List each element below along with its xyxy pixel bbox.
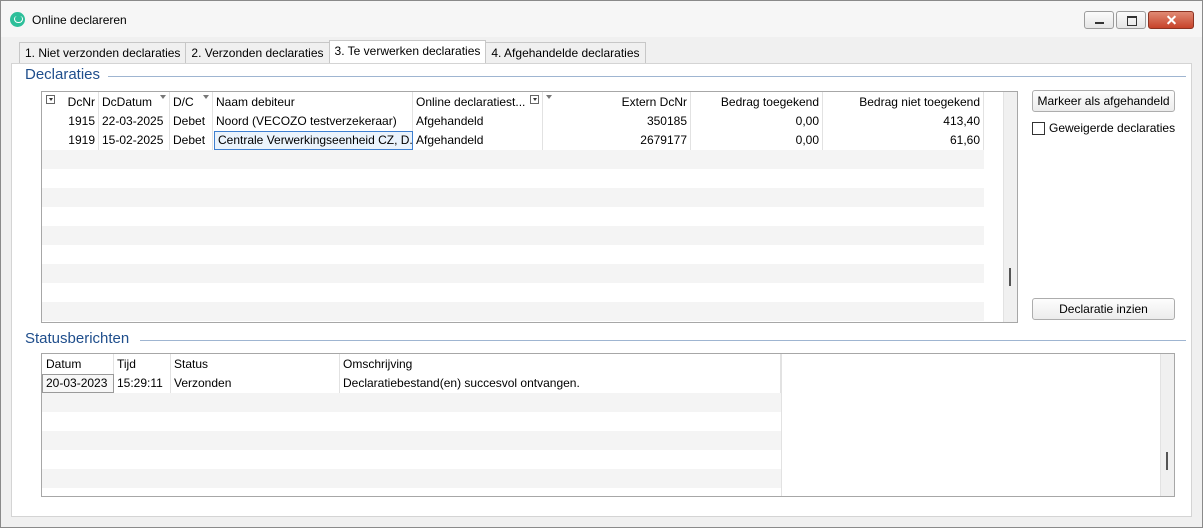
geweigerde-declaraties-checkbox[interactable]: Geweigerde declaraties xyxy=(1032,121,1175,135)
window-title: Online declareren xyxy=(32,13,127,27)
empty-row xyxy=(42,264,984,283)
header-dc[interactable]: D/C xyxy=(170,92,213,112)
empty-row xyxy=(42,412,781,431)
header-bedrag-niet-toegekend[interactable]: Bedrag niet toegekend xyxy=(823,92,984,112)
section-divider xyxy=(140,340,1186,341)
app-logo-icon xyxy=(10,12,25,27)
empty-row xyxy=(42,169,984,188)
tab-verzonden[interactable]: 2. Verzonden declaraties xyxy=(185,42,330,63)
sort-indicator-icon xyxy=(203,95,209,99)
vertical-scrollbar[interactable] xyxy=(1160,354,1174,496)
column-divider xyxy=(781,354,782,496)
header-extern-dcnr[interactable]: Extern DcNr xyxy=(543,92,691,112)
title-bar: Online declareren xyxy=(1,1,1202,37)
section-divider xyxy=(108,76,1186,77)
scrollbar-thumb[interactable] xyxy=(1009,268,1011,286)
header-omschrijving[interactable]: Omschrijving xyxy=(340,354,781,374)
minimize-button[interactable] xyxy=(1084,11,1114,29)
declaraties-grid[interactable]: DcNr DcDatum D/C Naam debiteur Online de… xyxy=(41,91,1018,323)
table-row[interactable]: 1915 22-03-2025 Debet Noord (VECOZO test… xyxy=(42,112,984,131)
empty-row xyxy=(42,450,781,469)
empty-row xyxy=(42,302,984,321)
empty-row xyxy=(42,226,984,245)
sort-indicator-icon xyxy=(546,95,552,99)
declaraties-heading: Declaraties xyxy=(25,66,101,83)
tab-panel: Declaraties DcNr DcDatum D/C Naam debite… xyxy=(11,63,1192,517)
empty-row xyxy=(42,469,781,488)
tab-afgehandeld[interactable]: 4. Afgehandelde declaraties xyxy=(485,42,646,63)
statusberichten-heading: Statusberichten xyxy=(25,330,130,347)
table-row[interactable]: 20-03-2023 15:29:11 Verzonden Declaratie… xyxy=(42,374,781,393)
header-dcdatum[interactable]: DcDatum xyxy=(99,92,170,112)
online-declareren-window: Online declareren 1. Niet verzonden decl… xyxy=(0,0,1203,528)
header-datum[interactable]: Datum xyxy=(42,354,114,374)
header-dcnr[interactable]: DcNr xyxy=(42,92,99,112)
header-bedrag-toegekend[interactable]: Bedrag toegekend xyxy=(691,92,823,112)
empty-row xyxy=(42,283,984,302)
markeer-afgehandeld-button[interactable]: Markeer als afgehandeld xyxy=(1032,90,1175,112)
close-button[interactable] xyxy=(1148,11,1194,29)
header-naam-debiteur[interactable]: Naam debiteur xyxy=(213,92,413,112)
tab-niet-verzonden[interactable]: 1. Niet verzonden declaraties xyxy=(19,42,187,63)
filter-icon[interactable] xyxy=(530,95,539,104)
checkbox-box[interactable] xyxy=(1032,121,1045,135)
header-status[interactable]: Status xyxy=(171,354,340,374)
statusberichten-grid[interactable]: Datum Tijd Status Omschrijving 20-03-202… xyxy=(41,353,1175,497)
empty-row xyxy=(42,188,984,207)
declaratie-inzien-button[interactable]: Declaratie inzien xyxy=(1032,298,1175,320)
empty-row xyxy=(42,431,781,450)
tab-bar: 1. Niet verzonden declaraties 2. Verzond… xyxy=(19,40,646,64)
grid-header: Datum Tijd Status Omschrijving xyxy=(42,354,782,374)
filter-icon[interactable] xyxy=(46,95,55,104)
table-row[interactable]: 1919 15-02-2025 Debet Centrale Verwerkin… xyxy=(42,131,984,150)
header-tijd[interactable]: Tijd xyxy=(114,354,171,374)
empty-row xyxy=(42,150,984,169)
selected-cell[interactable]: Centrale Verwerkingseenheid CZ, D... xyxy=(214,131,413,150)
tab-te-verwerken[interactable]: 3. Te verwerken declaraties xyxy=(328,40,487,63)
maximize-button[interactable] xyxy=(1116,11,1146,29)
scrollbar-thumb[interactable] xyxy=(1166,452,1168,470)
header-online-status[interactable]: Online declaratiest... xyxy=(413,92,543,112)
empty-row xyxy=(42,207,984,226)
grid-header: DcNr DcDatum D/C Naam debiteur Online de… xyxy=(42,92,1002,112)
empty-row xyxy=(42,393,781,412)
sort-indicator-icon xyxy=(160,95,166,99)
vertical-scrollbar[interactable] xyxy=(1003,92,1017,322)
empty-row xyxy=(42,245,984,264)
